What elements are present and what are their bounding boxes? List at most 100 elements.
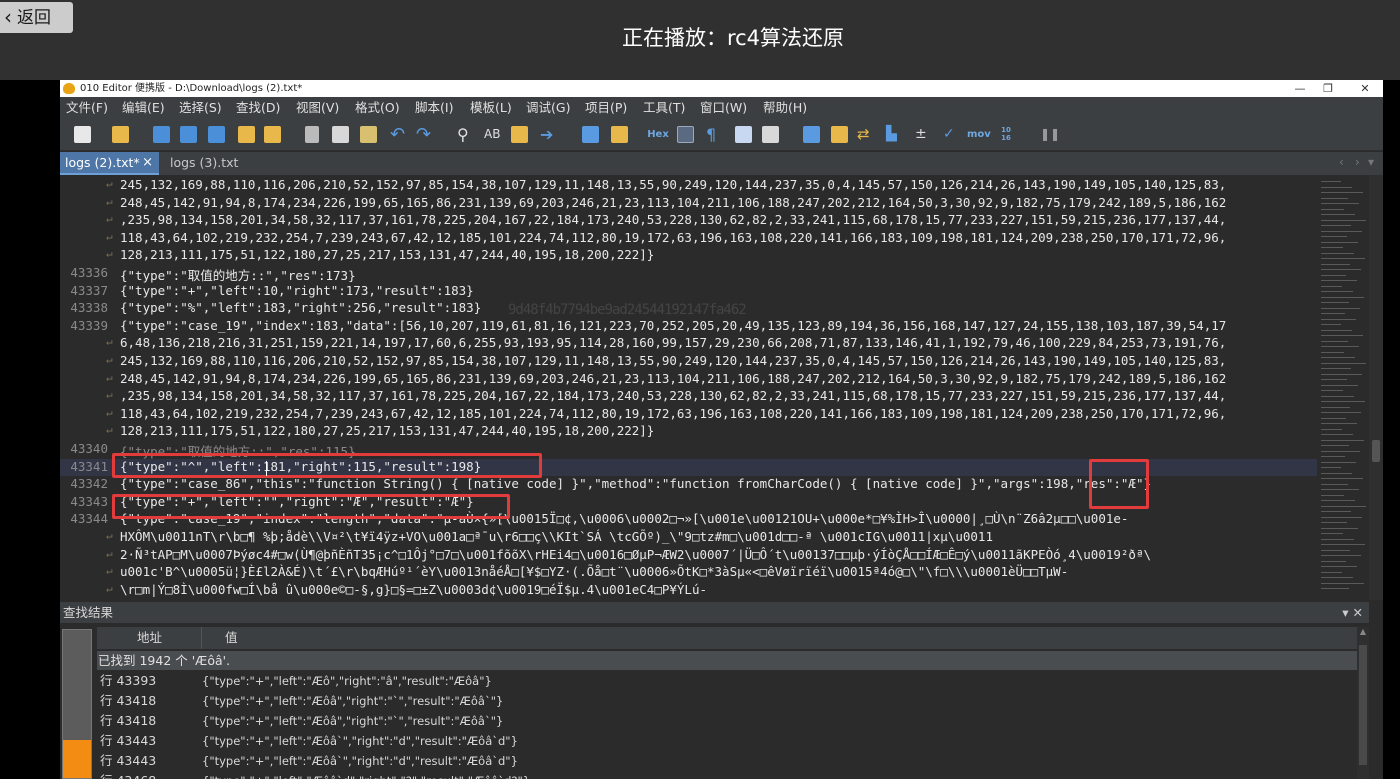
editor-line[interactable]: ↵ 245,132,169,88,110,116,206,210,52,152,9… <box>60 177 1317 195</box>
find-icon[interactable]: ⚲ <box>457 126 474 143</box>
menu-select[interactable]: 选择(S) <box>179 97 222 119</box>
hex-mode-icon[interactable]: Hex <box>647 126 669 143</box>
goto-icon[interactable]: ➔ <box>540 126 557 143</box>
find-scroll-thumb[interactable] <box>1359 645 1367 765</box>
plus-minus-icon[interactable]: ± <box>915 126 932 143</box>
save-all-icon[interactable] <box>208 126 225 143</box>
find-in-files-icon[interactable] <box>511 126 528 143</box>
editor-scroll-thumb[interactable] <box>1372 440 1380 462</box>
editor-line[interactable]: ↵ 248,45,142,91,94,8,174,234,226,199,65,1… <box>60 371 1317 389</box>
find-result-row[interactable]: 行 43393 {"type":"+","left":"Æô","right":"… <box>97 671 1357 691</box>
checksum-icon[interactable] <box>831 126 848 143</box>
swap-icon[interactable]: ⇄ <box>857 126 874 143</box>
menu-search[interactable]: 查找(D) <box>236 97 280 119</box>
redo-icon[interactable]: ↷ <box>416 126 433 144</box>
editor-line[interactable]: ↵ 128,213,111,175,51,122,180,27,25,217,15… <box>60 247 1317 265</box>
menu-format[interactable]: 格式(O) <box>355 97 400 119</box>
workspace-icon[interactable] <box>264 126 281 143</box>
menu-help[interactable]: 帮助(H) <box>763 97 807 119</box>
editor-line[interactable]: ↵ ,235,98,134,158,201,34,58,32,117,37,161… <box>60 388 1317 406</box>
copy-icon[interactable] <box>332 126 349 143</box>
minimap-line <box>1321 302 1349 303</box>
editor-line[interactable]: 43339 {"type":"case_19","index":183,"data… <box>60 318 1317 336</box>
cut-icon[interactable] <box>305 126 319 143</box>
show-whitespace-icon[interactable]: ¶ <box>706 126 723 143</box>
scroll-up-icon[interactable]: ▲ <box>1357 627 1369 639</box>
find-results-scrollbar[interactable]: ▲ <box>1357 627 1369 779</box>
find-result-row[interactable]: 行 43443 {"type":"+","left":"Æôâ`","right"… <box>97 731 1357 751</box>
template-run-icon[interactable] <box>611 126 628 143</box>
editor-line[interactable]: ↵ \r□m|Ý□8Ì\u000fw□Í\bå û\u000e©□-§,g}□§=… <box>60 582 1317 600</box>
editor-line[interactable]: ↵ u001c'B^\u0005ü¦}È£l2À&É)\t´£\r\bqÆHúº¹… <box>60 564 1317 582</box>
find-result-row[interactable]: 行 43443 {"type":"+","left":"Æôâ`","right"… <box>97 751 1357 771</box>
menu-edit[interactable]: 编辑(E) <box>122 97 165 119</box>
pause-icon[interactable]: ❚❚ <box>1040 126 1060 143</box>
find-result-row[interactable]: 行 43418 {"type":"+","left":"Æôâ","right":… <box>97 711 1357 731</box>
col-address[interactable]: 地址 <box>137 627 162 649</box>
find-panel-close-icon[interactable]: ▾ ✕ <box>1342 602 1363 623</box>
editor-line[interactable]: 43338 {"type":"%","left":183,"right":256,… <box>60 300 1317 318</box>
menu-scripts[interactable]: 脚本(I) <box>415 97 453 119</box>
find-result-row[interactable]: 行 43468 {"type":"+","left":"Æôâ`d","right… <box>97 771 1357 779</box>
menu-file[interactable]: 文件(F) <box>66 97 108 119</box>
close-tab-icon[interactable]: × <box>142 152 153 173</box>
editor-line[interactable]: 43337 {"type":"+","left":10,"right":173,"… <box>60 283 1317 301</box>
menu-window[interactable]: 窗口(W) <box>700 97 747 119</box>
minimap[interactable] <box>1317 175 1369 600</box>
histogram-icon[interactable]: ▙ <box>886 126 903 143</box>
calculator-icon[interactable] <box>803 126 820 143</box>
menu-project[interactable]: 项目(P) <box>585 97 627 119</box>
editor-line[interactable]: ↵ 118,43,64,102,219,232,254,7,239,243,67,… <box>60 406 1317 424</box>
undo-icon[interactable]: ↶ <box>390 126 407 144</box>
save-as-icon[interactable] <box>180 126 197 143</box>
line-text: 248,45,142,91,94,8,174,234,226,199,65,16… <box>120 370 1227 386</box>
tab-list-icon[interactable]: ▾ <box>1368 152 1374 175</box>
editor-line[interactable]: ↵ 6,48,136,218,216,31,251,159,221,14,197,… <box>60 335 1317 353</box>
highlight-icon[interactable] <box>762 126 779 143</box>
editor-line[interactable]: ↵ 245,132,169,88,110,116,206,210,52,152,9… <box>60 353 1317 371</box>
editor-line[interactable]: ↵ 2·Ñ³tAP□M\u0007Þýøc4#□w(Ù¶@þñÈñT35¡c^□1… <box>60 547 1317 565</box>
editor-scrollbar[interactable] <box>1369 175 1383 600</box>
menu-templates[interactable]: 模板(L) <box>470 97 512 119</box>
minimap-line <box>1321 192 1363 193</box>
line-number: 43344 <box>70 511 108 527</box>
tab-logs-2[interactable]: logs (2).txt* × <box>60 152 159 175</box>
minimap-line <box>1321 483 1348 485</box>
editor-line[interactable]: 43336 {"type":"取值的地方::","res":173} <box>60 265 1317 283</box>
col-value[interactable]: 值 <box>225 627 238 649</box>
text-editor[interactable]: 9d48f4b7794be9ad24544192147fa462 ↵ 245,13… <box>60 175 1317 600</box>
columns-icon[interactable] <box>735 126 752 143</box>
find-result-row[interactable]: 行 43418 {"type":"+","left":"Æôâ","right":… <box>97 691 1357 711</box>
tab-logs-3[interactable]: logs (3).txt <box>170 152 238 175</box>
compare-icon[interactable] <box>582 126 599 143</box>
tab-next-icon[interactable]: › <box>1355 152 1360 175</box>
find-summary[interactable]: 已找到 1942 个 'Æôâ'. <box>97 651 1357 670</box>
close-window-button[interactable]: ✕ <box>1350 80 1380 97</box>
find-results-overview[interactable] <box>62 629 92 779</box>
maximize-button[interactable]: ❐ <box>1313 80 1343 97</box>
editor-line[interactable]: ↵ ,235,98,134,158,201,34,58,32,117,37,161… <box>60 212 1317 230</box>
new-file-icon[interactable] <box>74 126 91 143</box>
editor-line[interactable]: ↵ 128,213,111,175,51,122,180,27,25,217,15… <box>60 423 1317 441</box>
tab-prev-icon[interactable]: ‹ <box>1339 152 1344 175</box>
text-mode-icon[interactable] <box>677 126 694 143</box>
minimize-button[interactable]: — <box>1285 80 1315 97</box>
editor-line[interactable]: ↵ HXÔM\u0011nT\r\b□¶ %þ;ådè\\V¤²\t¥ï4ÿz+V… <box>60 529 1317 547</box>
save-icon[interactable] <box>153 126 170 143</box>
open-folder-icon[interactable] <box>112 126 129 143</box>
mov-icon[interactable]: mov <box>967 126 991 143</box>
replace-icon[interactable]: AB <box>484 126 501 143</box>
minimap-line <box>1321 379 1347 380</box>
check-icon[interactable]: ✓ <box>943 126 960 143</box>
editor-line[interactable]: ↵ 248,45,142,91,94,8,174,234,226,199,65,1… <box>60 195 1317 213</box>
menu-debug[interactable]: 调试(G) <box>526 97 570 119</box>
menu-tools[interactable]: 工具(T) <box>643 97 685 119</box>
editor-line[interactable]: ↵ 118,43,64,102,219,232,254,7,239,243,67,… <box>60 230 1317 248</box>
editor-window: 010 Editor 便携版 - D:\Download\logs (2).tx… <box>60 80 1383 779</box>
minimap-line <box>1321 533 1343 534</box>
result-value: {"type":"+","left":"Æôâ","right":"`","re… <box>202 714 504 728</box>
base-convert-icon[interactable]: 10 16 <box>996 126 1016 143</box>
open-workspace-icon[interactable] <box>238 126 255 143</box>
paste-icon[interactable] <box>360 126 377 143</box>
menu-view[interactable]: 视图(V) <box>296 97 339 119</box>
